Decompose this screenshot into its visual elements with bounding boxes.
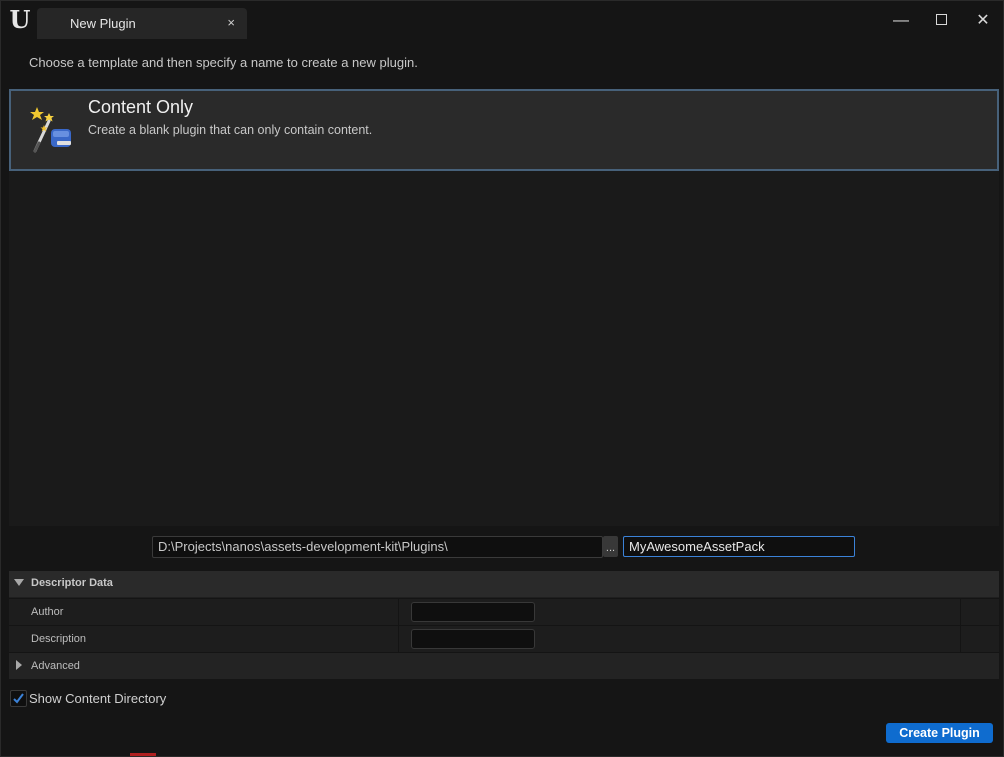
description-row: Description bbox=[9, 625, 999, 652]
plugin-path-row: D:\Projects\nanos\assets-development-kit… bbox=[1, 526, 1003, 570]
close-window-button[interactable]: ✕ bbox=[969, 9, 997, 33]
tab-close-icon[interactable]: × bbox=[227, 15, 235, 30]
description-label: Description bbox=[31, 633, 87, 645]
column-divider[interactable] bbox=[398, 626, 399, 652]
template-name: Content Only bbox=[88, 97, 194, 117]
author-label: Author bbox=[31, 606, 64, 618]
create-plugin-button[interactable]: Create Plugin bbox=[886, 723, 993, 743]
chevron-right-icon bbox=[16, 660, 22, 670]
tab-title: New Plugin bbox=[70, 16, 136, 31]
descriptor-data-header[interactable]: Descriptor Data bbox=[9, 571, 999, 597]
taskbar-indicator bbox=[130, 753, 156, 756]
template-description: Create a blank plugin that can only cont… bbox=[88, 123, 373, 137]
maximize-icon bbox=[935, 13, 947, 25]
maximize-button[interactable] bbox=[927, 9, 955, 33]
unreal-logo-icon: U bbox=[9, 5, 31, 34]
descriptor-data-panel: Descriptor Data Author Description Advan… bbox=[9, 571, 999, 679]
plugin-name-input[interactable]: MyAwesomeAssetPack bbox=[623, 536, 855, 557]
column-divider[interactable] bbox=[398, 599, 399, 625]
browse-path-button[interactable]: ... bbox=[603, 536, 618, 557]
author-row: Author bbox=[9, 598, 999, 625]
descriptor-data-label: Descriptor Data bbox=[31, 577, 113, 589]
show-content-directory-label: Show Content Directory bbox=[29, 691, 167, 706]
minimize-button[interactable]: — bbox=[887, 9, 915, 33]
checkmark-icon bbox=[13, 693, 24, 704]
template-item-content-only[interactable]: Content Only Create a blank plugin that … bbox=[9, 89, 999, 171]
description-input[interactable] bbox=[411, 629, 535, 649]
advanced-section-header[interactable]: Advanced bbox=[9, 652, 999, 679]
column-divider bbox=[960, 626, 961, 652]
advanced-label: Advanced bbox=[31, 660, 80, 672]
author-input[interactable] bbox=[411, 602, 535, 622]
template-list: Content Only Create a blank plugin that … bbox=[9, 89, 999, 526]
plugin-path-input[interactable]: D:\Projects\nanos\assets-development-kit… bbox=[152, 536, 603, 558]
show-content-directory-checkbox[interactable] bbox=[10, 690, 27, 707]
tab-new-plugin[interactable]: New Plugin × bbox=[37, 8, 247, 39]
chevron-down-icon bbox=[14, 579, 24, 586]
instructions-text: Choose a template and then specify a nam… bbox=[29, 55, 418, 70]
new-plugin-window: U New Plugin × — ✕ Choose a template and… bbox=[0, 0, 1004, 757]
title-bar[interactable]: U New Plugin × — ✕ bbox=[1, 1, 1003, 43]
magic-wand-icon bbox=[30, 107, 71, 153]
column-divider bbox=[960, 599, 961, 625]
